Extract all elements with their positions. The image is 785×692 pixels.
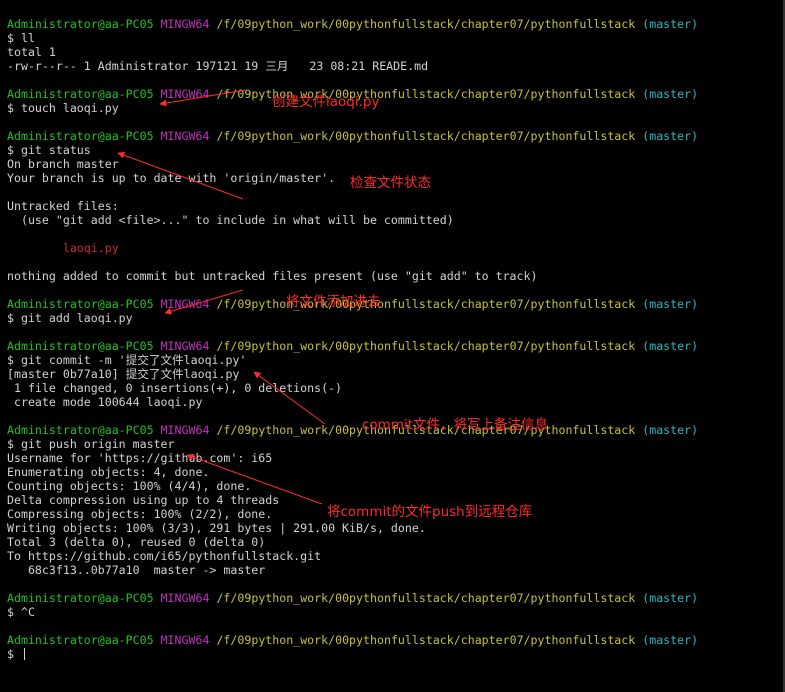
annotation-check-status: 检查文件状态	[350, 175, 431, 191]
arrow-create-file	[159, 89, 247, 107]
arrow-commit	[253, 371, 326, 425]
arrow-add-file	[164, 289, 244, 315]
annotation-push: 将commit的文件push到远程仓库	[327, 504, 533, 520]
arrow-check-status	[117, 151, 244, 200]
annotation-commit: commit文件，将写上备注信息	[362, 417, 549, 433]
annotation-arrows	[117, 89, 326, 505]
arrow-push	[186, 453, 323, 505]
annotation-create-file: 创建文件laoqi.py	[272, 94, 380, 110]
annotation-add-file: 将文件添加进去	[286, 294, 381, 310]
